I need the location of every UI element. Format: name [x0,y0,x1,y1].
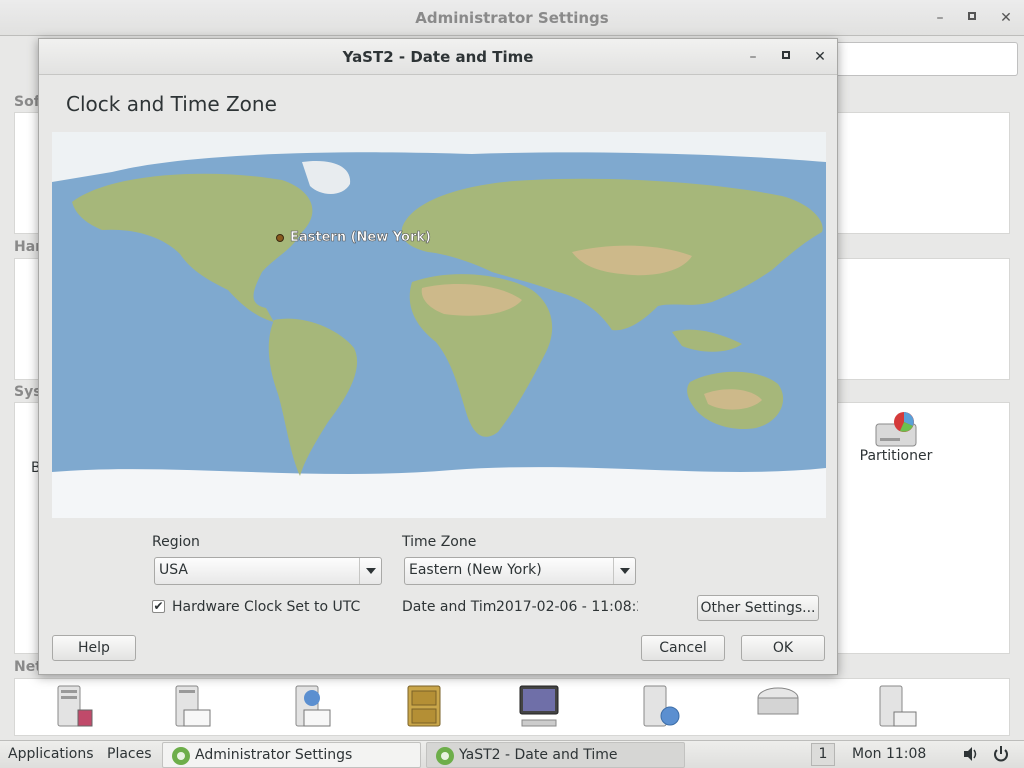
time-zone-select[interactable]: Eastern (New York) [404,557,636,585]
places-menu[interactable]: Places [107,746,152,762]
chevron-down-icon [613,558,635,584]
network-server-icon[interactable] [166,684,214,730]
globe-server-icon[interactable] [286,684,334,730]
hardware-clock-checkbox[interactable]: ✔ [152,600,165,613]
region-select[interactable]: USA [154,557,382,585]
yast-icon [171,746,191,766]
bg-window-title: Administrator Settings [415,9,609,27]
partitioner-label: Partitioner [859,448,933,464]
region-label: Region [152,534,200,550]
time-zone-label: Time Zone [402,534,477,550]
dialog-title: YaST2 - Date and Time [342,48,534,66]
network-panel [14,678,1010,736]
partitioner-item[interactable]: Partitioner [858,410,934,464]
volume-icon[interactable] [962,745,980,767]
task-administrator-settings[interactable]: Administrator Settings [162,742,421,768]
monitor-icon[interactable] [516,684,564,730]
search-input[interactable] [832,42,1018,76]
server-icon[interactable] [48,684,96,730]
chevron-down-icon [359,558,381,584]
map-marker-label: Eastern (New York) [290,230,431,245]
bg-titlebar: Administrator Settings – ✕ [0,0,1024,36]
date-time-value: 2017-02-06 - 11:08:2 [496,599,638,615]
workspace-switcher[interactable]: 1 [811,743,835,766]
power-icon[interactable] [992,745,1010,767]
disk-partitioner-icon [874,410,918,447]
bg-close-icon[interactable]: ✕ [996,8,1016,28]
date-time-label: Date and Tim [402,599,497,615]
globe-server-icon[interactable] [636,684,684,730]
bg-minimize-icon[interactable]: – [930,8,950,28]
task-yast-date-time[interactable]: YaST2 - Date and Time [426,742,685,768]
server-icon[interactable] [872,684,920,730]
file-cabinet-icon[interactable] [400,684,448,730]
other-settings-button[interactable]: Other Settings... [697,595,819,621]
yast-icon [435,746,455,766]
date-time-dialog: YaST2 - Date and Time – ✕ Clock and Time… [38,38,838,675]
ok-button[interactable]: OK [741,635,825,661]
applications-menu[interactable]: Applications [8,746,94,762]
hardware-clock-label[interactable]: Hardware Clock Set to UTC [172,599,360,615]
hard-drive-icon[interactable] [754,684,802,730]
dialog-titlebar[interactable]: YaST2 - Date and Time – ✕ [39,39,837,75]
section-label-software: Sof [14,94,40,110]
minimize-icon[interactable]: – [743,47,763,67]
close-icon[interactable]: ✕ [810,47,830,67]
time-zone-value: Eastern (New York) [409,562,542,578]
maximize-icon[interactable] [776,47,796,67]
clock[interactable]: Mon 11:08 [852,746,926,762]
taskbar: Applications Places Administrator Settin… [0,740,1024,768]
bg-maximize-icon[interactable] [962,8,982,28]
cancel-button[interactable]: Cancel [641,635,725,661]
time-zone-map[interactable]: Eastern (New York) [52,132,826,518]
page-heading: Clock and Time Zone [66,92,277,116]
task-label: YaST2 - Date and Time [459,747,618,763]
help-button[interactable]: Help [52,635,136,661]
task-label: Administrator Settings [195,747,353,763]
region-value: USA [159,562,188,578]
